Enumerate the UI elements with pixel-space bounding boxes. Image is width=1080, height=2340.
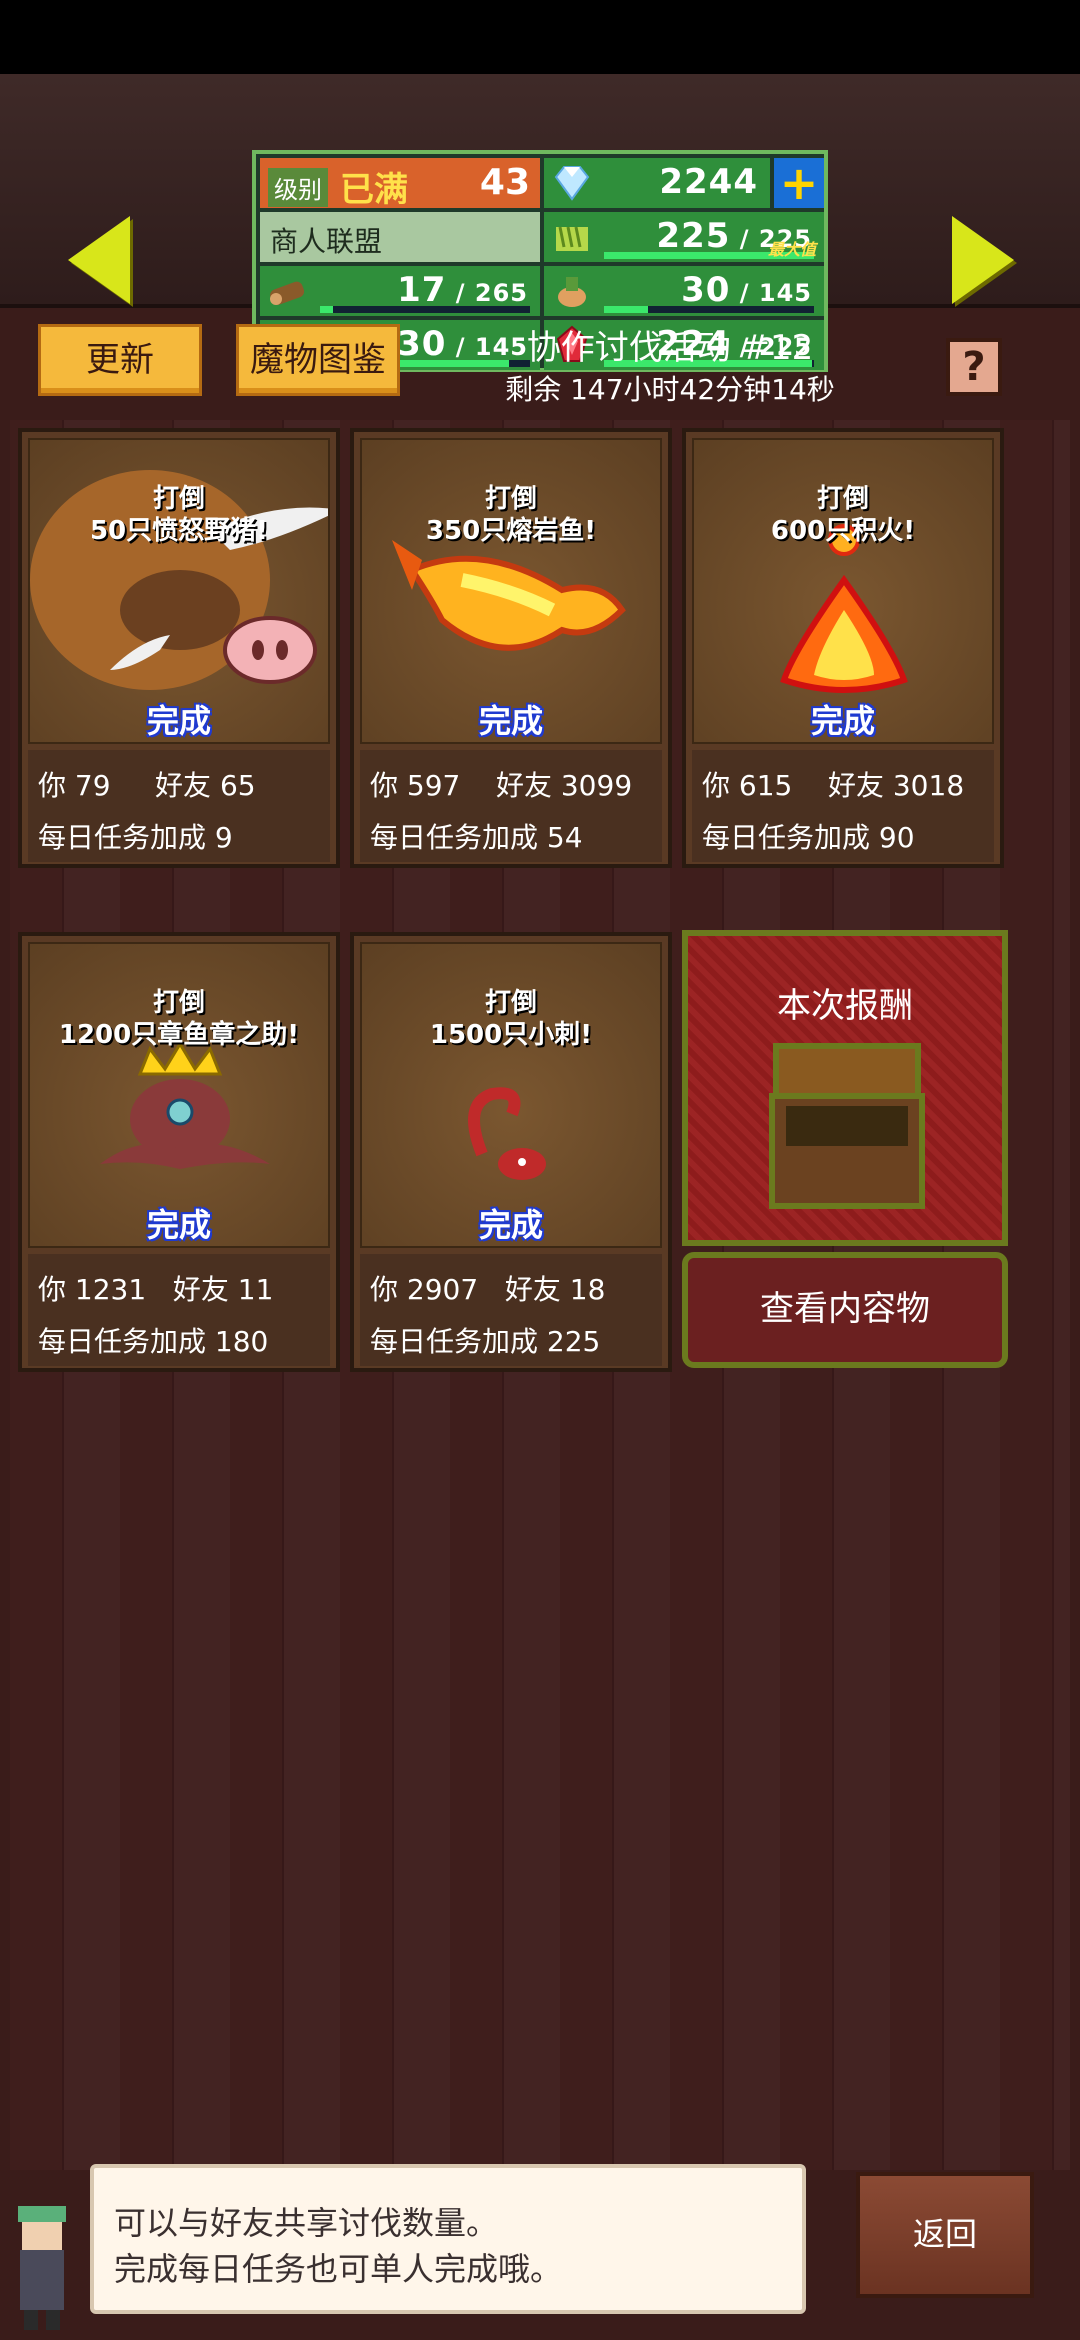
view-contents-button[interactable]: 查看内容物 [682,1252,1008,1368]
reward-panel: 本次报酬 查看内容物 [682,930,1008,1370]
you-count: 你 615 [702,769,793,802]
level-panel: 级别 已满 43 [260,158,540,210]
quest-art: 打倒 1500只小刺! 完成 [360,942,662,1248]
treasure-chest-icon [769,1043,925,1209]
event-title: 协作讨伐活动 #12 [526,328,814,368]
control-row: 更新 魔物图鉴 协作讨伐活动 #12 剩余 147小时42分钟14秒 ? [0,306,1080,416]
refresh-button[interactable]: 更新 [38,324,202,396]
wood-max: 265 [474,279,528,307]
quest-card[interactable]: 打倒 1200只章鱼章之助! 完成 你 1231 好友 11 每日任务加成 18… [18,932,340,1372]
complete-label: 完成 [810,702,875,740]
friend-count: 好友 3099 [495,769,633,802]
back-button[interactable]: 返回 [856,2172,1034,2298]
hint-bubble: 可以与好友共享讨伐数量。 完成每日任务也可单人完成哦。 [90,2164,806,2314]
quest-target: 50只愤怒野猪! [89,516,269,546]
add-gems-button[interactable]: + [774,158,824,208]
quest-art: 打倒 1200只章鱼章之助! 完成 [28,942,330,1248]
guild-panel: 商人联盟 [260,212,540,262]
daily-bonus: 每日任务加成 180 [38,1325,269,1358]
gem-count: 2244 [659,162,758,202]
quest-art: 打倒 50只愤怒野猪! 完成 [28,438,330,744]
quest-art: 打倒 600只积火! 完成 [692,438,994,744]
top-bar: 级别 已满 43 2244 + 商人联盟 225 / 225 最大值 17 / … [0,74,1080,372]
complete-label: 完成 [146,1206,211,1244]
gem-panel: 2244 [544,158,770,208]
right-arrow-icon[interactable] [952,216,1014,304]
you-count: 你 79 [38,769,111,802]
quest-stats: 你 2907 好友 18 每日任务加成 225 [360,1254,662,1366]
quest-stats: 你 597 好友 3099 每日任务加成 54 [360,750,662,862]
bottom-bar: 可以与好友共享讨伐数量。 完成每日任务也可单人完成哦。 返回 [0,2160,1080,2340]
monster-book-button[interactable]: 魔物图鉴 [236,324,400,396]
left-arrow-icon[interactable] [68,216,130,304]
complete-label: 完成 [146,702,211,740]
daily-bonus: 每日任务加成 54 [370,821,583,854]
quest-card[interactable]: 打倒 50只愤怒野猪! 完成 你 79 好友 65 每日任务加成 9 [18,428,340,868]
reward-title: 本次报酬 [777,986,913,1026]
grass-panel: 225 / 225 最大值 [544,212,824,262]
food-icon [558,277,586,307]
hint-line1: 可以与好友共享讨伐数量。 [114,2204,499,2242]
status-bar [0,0,1080,74]
friend-count: 好友 65 [155,769,256,802]
quest-target: 1500只小刺! [429,1020,593,1050]
you-count: 你 597 [370,769,461,802]
complete-label: 完成 [478,1206,543,1244]
daily-bonus: 每日任务加成 9 [38,821,233,854]
event-timer: 剩余 147小时42分钟14秒 [505,373,835,406]
hint-line2: 完成每日任务也可单人完成哦。 [114,2250,563,2288]
quest-target: 600只积火! [770,516,916,546]
reward-display: 本次报酬 [682,930,1008,1246]
food-current: 30 [681,270,731,310]
quest-card[interactable]: 打倒 350只熔岩鱼! 完成 你 597 好友 3099 每日任务加成 54 [350,428,672,868]
grass-icon [556,226,588,251]
level-status: 已满 [340,170,408,210]
quest-card[interactable]: 打倒 600只积火! 完成 你 615 好友 3018 每日任务加成 90 [682,428,1004,868]
diamond-icon [554,166,590,201]
level-label: 级别 [268,168,328,207]
level-value: 43 [479,162,530,203]
daily-bonus: 每日任务加成 90 [702,821,915,854]
grass-current: 225 [656,216,731,256]
you-count: 你 2907 [370,1273,479,1306]
food-max: 145 [758,279,812,307]
wood-icon [270,281,305,305]
guild-name: 商人联盟 [270,225,383,258]
max-tag: 最大值 [767,240,816,259]
help-button[interactable]: ? [946,338,1002,396]
quest-target: 350只熔岩鱼! [425,516,597,546]
wood-current: 17 [397,270,447,310]
friend-count: 好友 3018 [827,769,965,802]
friend-count: 好友 11 [172,1273,274,1306]
quest-stats: 你 1231 好友 11 每日任务加成 180 [28,1254,330,1366]
quest-card[interactable]: 打倒 1500只小刺! 完成 你 2907 好友 18 每日任务加成 225 [350,932,672,1372]
quest-art: 打倒 350只熔岩鱼! 完成 [360,438,662,744]
complete-label: 完成 [478,702,543,740]
daily-bonus: 每日任务加成 225 [370,1325,601,1358]
quest-stats: 你 615 好友 3018 每日任务加成 90 [692,750,994,862]
quest-stats: 你 79 好友 65 每日任务加成 9 [28,750,330,862]
you-count: 你 1231 [38,1273,147,1306]
quest-target: 1200只章鱼章之助! [58,1020,300,1050]
friend-count: 好友 18 [504,1273,606,1306]
character-avatar [18,2206,66,2330]
